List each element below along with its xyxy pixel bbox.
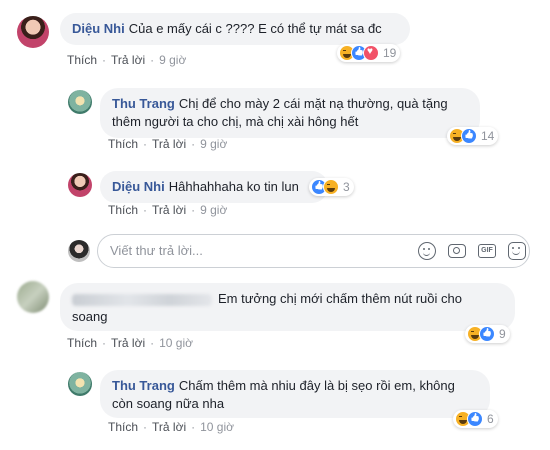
reaction-count: 14 (481, 129, 495, 143)
separator: · (191, 420, 196, 434)
reaction-summary[interactable]: 14 (447, 127, 499, 145)
comment-author[interactable]: Diệu Nhi (72, 21, 125, 36)
timestamp[interactable]: 9 giờ (159, 53, 186, 67)
comment-author[interactable] (72, 293, 212, 306)
comment-text: Chị để cho mày 2 cái mặt nạ thường, quà … (178, 96, 448, 111)
separator: · (191, 137, 196, 151)
reaction-count: 6 (487, 412, 494, 426)
comment-actions: Thích · Trả lời · 9 giờ (108, 203, 227, 217)
sticker-icon[interactable] (508, 242, 526, 260)
timestamp[interactable]: 10 giờ (200, 420, 234, 434)
avatar (68, 240, 90, 262)
haha-icon (323, 179, 339, 195)
comment-author[interactable]: Diệu Nhi (112, 179, 165, 194)
comment-bubble: Em tưởng chị mới chấm thêm nút ruồi cho … (60, 283, 515, 331)
separator: · (102, 336, 107, 350)
reaction-summary[interactable]: 9 (465, 325, 510, 343)
like-link[interactable]: Thích (108, 203, 138, 217)
reply-placeholder: Viết thư trả lời... (110, 243, 203, 258)
comment-text: Em tưởng chị mới chấm thêm nút ruồi cho (218, 291, 462, 306)
reaction-summary[interactable]: 3 (309, 178, 354, 196)
reply-link[interactable]: Trả lời (111, 53, 145, 67)
comment-author[interactable]: Thu Trang (112, 96, 175, 111)
reaction-summary[interactable]: 6 (453, 410, 498, 428)
timestamp[interactable]: 10 giờ (159, 336, 193, 350)
like-icon (467, 411, 483, 427)
reply-input[interactable]: Viết thư trả lời... GIF (97, 234, 530, 268)
reaction-count: 19 (383, 46, 397, 60)
avatar[interactable] (68, 372, 92, 396)
timestamp[interactable]: 9 giờ (200, 203, 227, 217)
separator: · (150, 336, 155, 350)
like-link[interactable]: Thích (108, 137, 138, 151)
timestamp[interactable]: 9 giờ (200, 137, 227, 151)
emoji-icon[interactable] (418, 242, 436, 260)
gif-icon[interactable]: GIF (478, 244, 496, 258)
love-icon (363, 45, 379, 61)
separator: · (102, 53, 107, 67)
avatar[interactable] (68, 90, 92, 114)
comment-actions: Thích · Trả lời · 10 giờ (108, 420, 234, 434)
reply-link[interactable]: Trả lời (152, 203, 186, 217)
comment-text: Hâhhahhaha ko tin lun (168, 179, 299, 194)
separator: · (143, 137, 148, 151)
comment-actions: Thích · Trả lời · 9 giờ (67, 53, 186, 67)
comment-bubble: Thu Trang Chấm thêm mà nhiu đây là bị sẹo… (100, 370, 490, 418)
reply-link[interactable]: Trả lời (111, 336, 145, 350)
comment-bubble: Diệu Nhi Hâhhahhaha ko tin lun (100, 171, 328, 203)
separator: · (150, 53, 155, 67)
reply-link[interactable]: Trả lời (152, 137, 186, 151)
comment-author[interactable]: Thu Trang (112, 378, 175, 393)
like-link[interactable]: Thích (67, 336, 97, 350)
camera-icon[interactable] (448, 244, 466, 258)
comment-text: soang (72, 309, 108, 324)
reaction-count: 9 (499, 327, 506, 341)
comment-text: Của e mấy cái c ???? E có thể tự mát sa … (128, 21, 382, 36)
comment-text: thêm người ta cho chị, mà chị xài hông h… (112, 114, 359, 129)
separator: · (143, 420, 148, 434)
separator: · (191, 203, 196, 217)
avatar[interactable] (17, 16, 49, 48)
comment-text: Chấm thêm mà nhiu đây là bị sẹo rồi em, … (178, 378, 455, 393)
separator: · (143, 203, 148, 217)
avatar[interactable] (17, 281, 49, 313)
avatar[interactable] (68, 173, 92, 197)
comment-actions: Thích · Trả lời · 9 giờ (108, 137, 227, 151)
reaction-summary[interactable]: 19 (337, 44, 401, 62)
reaction-count: 3 (343, 180, 350, 194)
comment-text: còn soang nữa nha (112, 396, 225, 411)
reply-link[interactable]: Trả lời (152, 420, 186, 434)
like-icon (479, 326, 495, 342)
like-link[interactable]: Thích (67, 53, 97, 67)
comment-actions: Thích · Trả lời · 10 giờ (67, 336, 193, 350)
like-link[interactable]: Thích (108, 420, 138, 434)
comment-bubble: Thu Trang Chị để cho mày 2 cái mặt nạ thư… (100, 88, 480, 138)
like-icon (461, 128, 477, 144)
comment-bubble: Diệu Nhi Của e mấy cái c ???? E có thể tự… (60, 13, 410, 45)
